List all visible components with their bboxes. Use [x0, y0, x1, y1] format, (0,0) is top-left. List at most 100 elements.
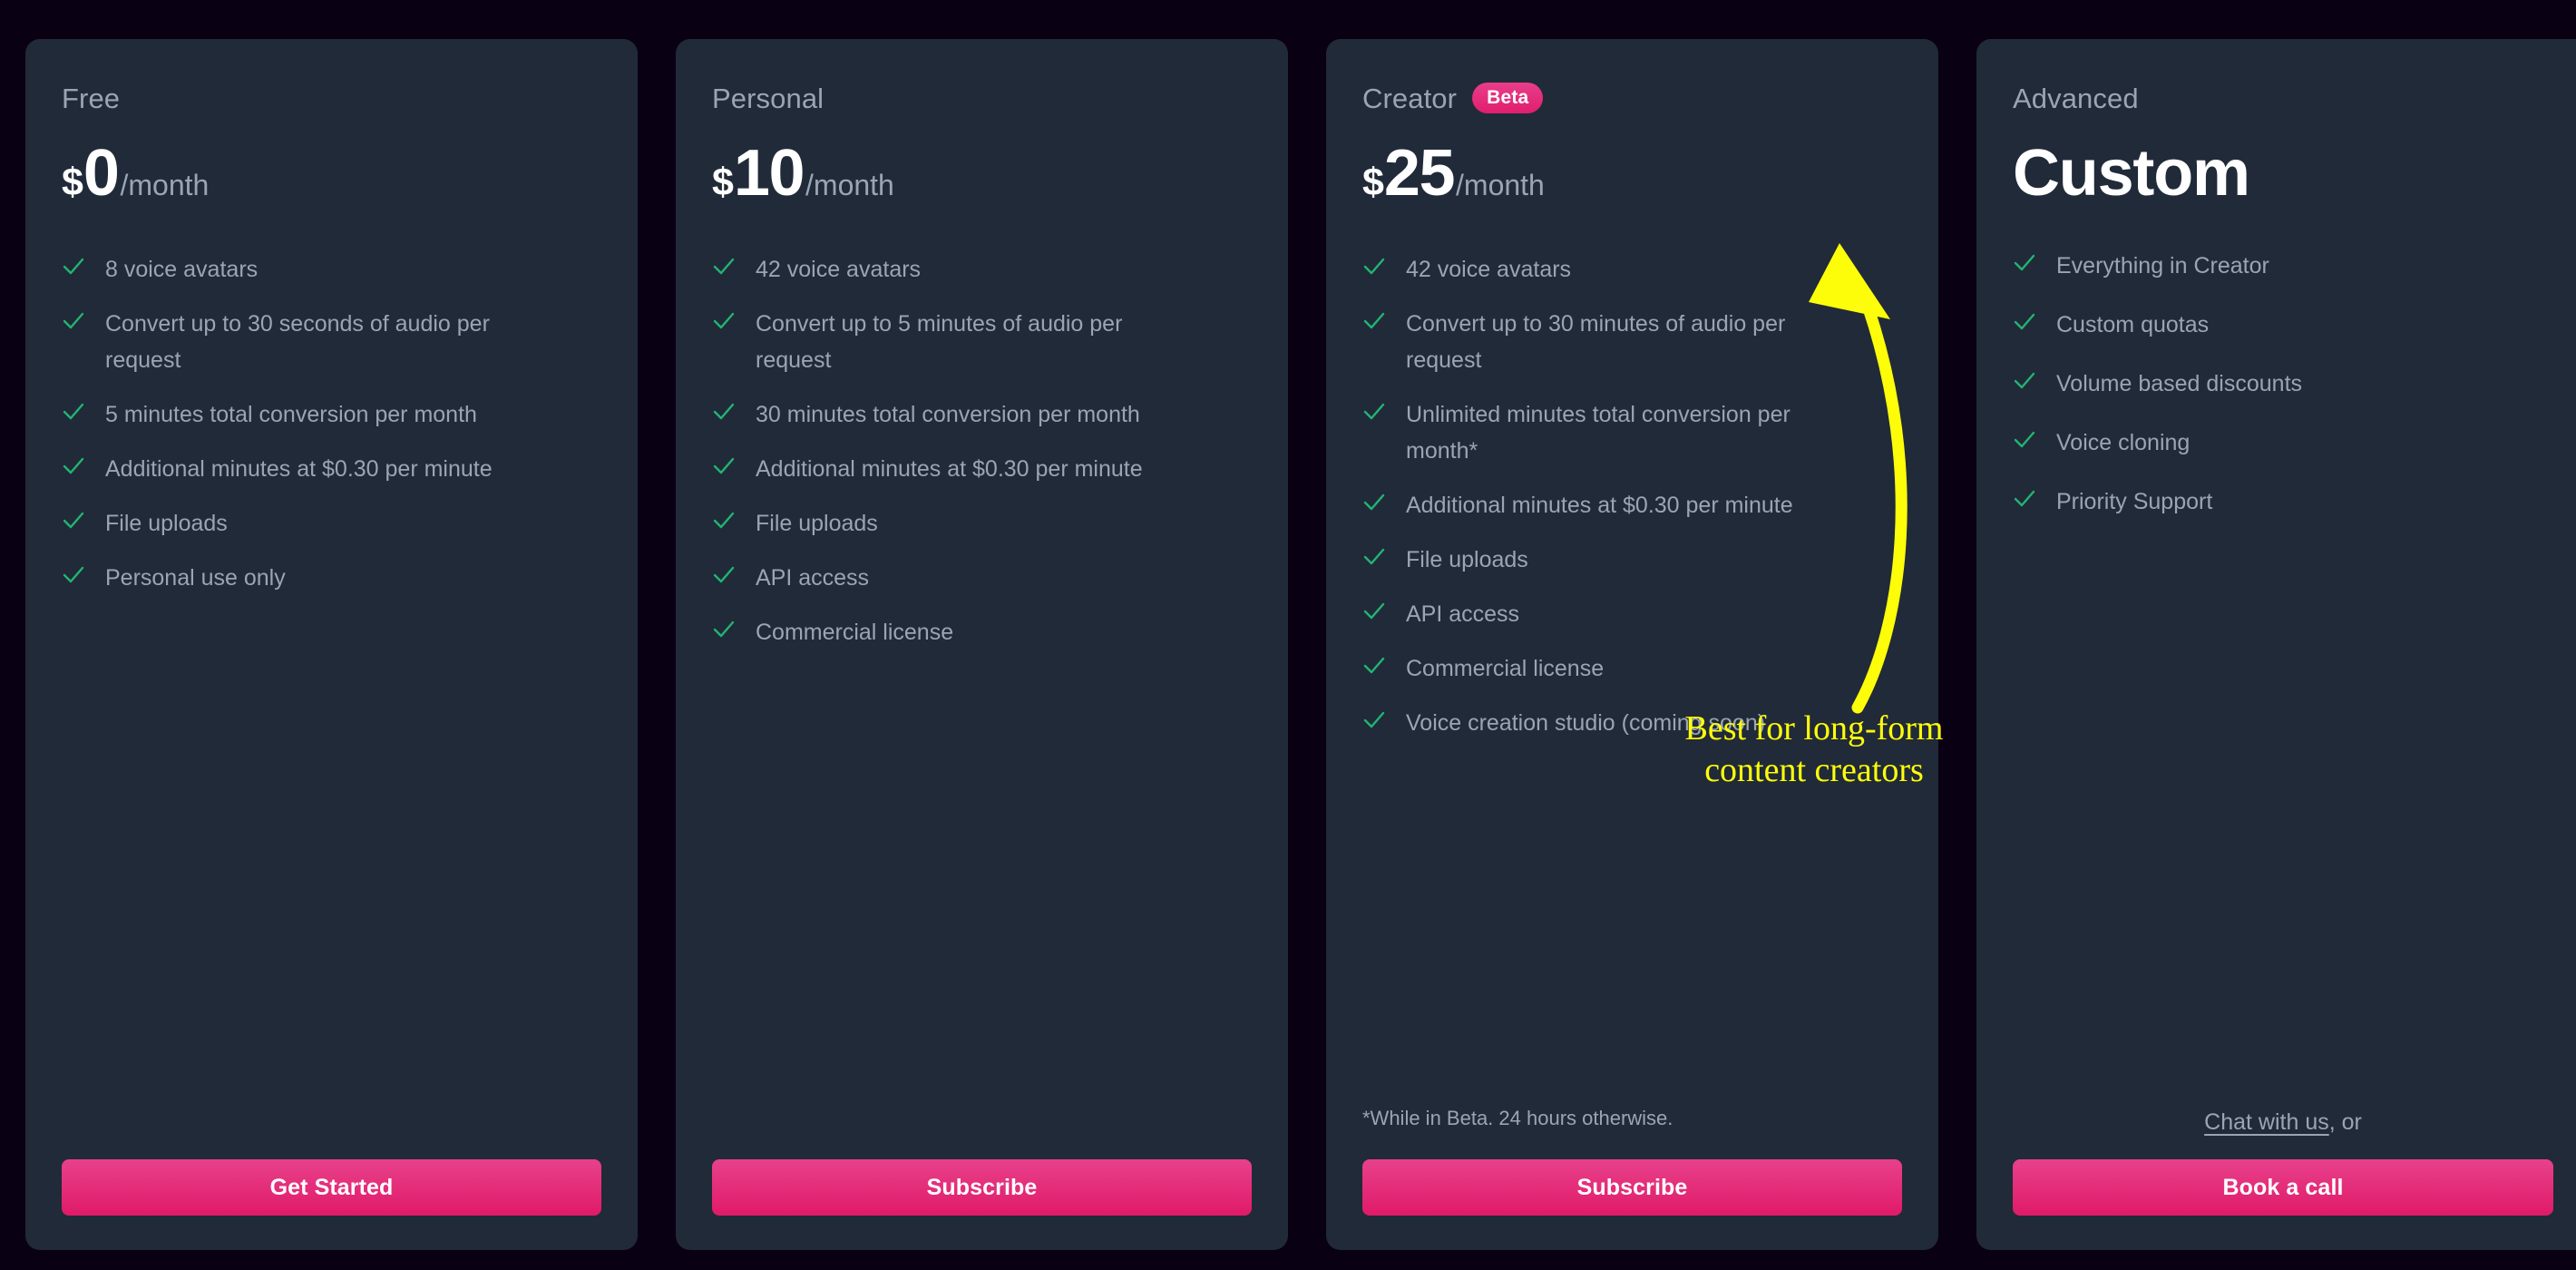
list-item: 42 voice avatars	[712, 251, 1252, 288]
price-period: /month	[1456, 169, 1545, 201]
pricing-card-grid: Free $ 0 /month 8 voice avatars Convert …	[25, 39, 2576, 1250]
feature-list-creator: 42 voice avatars Convert up to 30 minute…	[1362, 251, 1902, 759]
check-icon	[1363, 711, 1385, 728]
feature-text: 42 voice avatars	[1406, 257, 1572, 282]
check-icon	[2014, 431, 2035, 448]
feature-text: Convert up to 5 minutes of audio per req…	[756, 311, 1123, 373]
feature-text: File uploads	[756, 511, 878, 536]
feature-text: Additional minutes at $0.30 per minute	[1406, 493, 1793, 518]
check-icon	[713, 620, 735, 638]
list-item: Convert up to 5 minutes of audio per req…	[712, 306, 1252, 378]
contact-suffix: , or	[2328, 1109, 2362, 1135]
list-item: File uploads	[712, 505, 1252, 542]
list-item: 8 voice avatars	[62, 251, 601, 288]
list-item: 42 voice avatars	[1362, 251, 1902, 288]
price-amount: 10	[733, 137, 805, 210]
list-item: Additional minutes at $0.30 per minute	[62, 451, 601, 487]
check-icon	[1363, 602, 1385, 620]
price-custom: Custom	[2013, 137, 2250, 210]
feature-text: Additional minutes at $0.30 per minute	[756, 456, 1143, 482]
chat-with-us-link[interactable]: Chat with us	[2204, 1109, 2329, 1135]
subscribe-button-personal[interactable]: Subscribe	[712, 1159, 1252, 1216]
list-item: Convert up to 30 seconds of audio per re…	[62, 306, 601, 378]
plan-header-personal: Personal	[712, 79, 1252, 117]
price-period: /month	[120, 169, 210, 201]
check-icon	[2014, 372, 2035, 389]
list-item: Commercial license	[712, 614, 1252, 650]
check-icon	[63, 457, 84, 474]
list-item: File uploads	[62, 505, 601, 542]
check-icon	[713, 566, 735, 583]
price-currency: $	[62, 161, 83, 204]
plan-header-free: Free	[62, 79, 601, 117]
check-icon	[1363, 657, 1385, 674]
list-item: Volume based discounts	[2013, 366, 2553, 402]
pricing-card-personal: Personal $ 10 /month 42 voice avatars Co…	[676, 39, 1288, 1250]
check-icon	[63, 403, 84, 420]
list-item: Personal use only	[62, 560, 601, 596]
check-icon	[63, 312, 84, 329]
feature-list-advanced: Everything in Creator Custom quotas Volu…	[2013, 248, 2553, 542]
check-icon	[1363, 403, 1385, 420]
feature-text: Convert up to 30 minutes of audio per re…	[1406, 311, 1786, 373]
beta-footnote: *While in Beta. 24 hours otherwise.	[1362, 1107, 1673, 1130]
price-period: /month	[805, 169, 894, 201]
plan-header-creator: Creator Beta	[1362, 79, 1902, 117]
list-item: Convert up to 30 minutes of audio per re…	[1362, 306, 1902, 378]
feature-text: 5 minutes total conversion per month	[105, 402, 477, 427]
check-icon	[63, 258, 84, 275]
feature-text: API access	[756, 565, 870, 591]
check-icon	[63, 512, 84, 529]
check-icon	[713, 312, 735, 329]
list-item: Unlimited minutes total conversion per m…	[1362, 396, 1902, 469]
check-icon	[713, 512, 735, 529]
plan-name: Personal	[712, 82, 825, 114]
plan-name: Advanced	[2013, 82, 2139, 114]
check-icon	[1363, 493, 1385, 511]
list-item: Commercial license	[1362, 650, 1902, 687]
check-icon	[2014, 313, 2035, 330]
annotation-line-1: Best for long-form	[1684, 709, 1944, 747]
subscribe-button-creator[interactable]: Subscribe	[1362, 1159, 1902, 1216]
feature-text: Custom quotas	[2056, 312, 2210, 337]
check-icon	[713, 258, 735, 275]
list-item: API access	[712, 560, 1252, 596]
list-item: API access	[1362, 596, 1902, 632]
feature-list-personal: 42 voice avatars Convert up to 5 minutes…	[712, 251, 1252, 669]
plan-price-creator: $ 25 /month	[1362, 141, 1902, 208]
check-icon	[1363, 312, 1385, 329]
check-icon	[2014, 254, 2035, 271]
feature-text: Priority Support	[2056, 489, 2213, 514]
plan-price-personal: $ 10 /month	[712, 141, 1252, 208]
plan-price-free: $ 0 /month	[62, 141, 601, 208]
feature-text: Personal use only	[105, 565, 286, 591]
price-amount: 0	[83, 137, 120, 210]
plan-name: Creator	[1362, 82, 1458, 114]
annotation-text: Best for long-form content creators	[1624, 708, 2005, 792]
list-item: Additional minutes at $0.30 per minute	[712, 451, 1252, 487]
list-item: File uploads	[1362, 542, 1902, 578]
plan-price-advanced: Custom	[2013, 141, 2553, 208]
list-item: Voice cloning	[2013, 425, 2553, 461]
plan-name: Free	[62, 82, 121, 114]
list-item: Additional minutes at $0.30 per minute	[1362, 487, 1902, 523]
feature-text: File uploads	[1406, 547, 1528, 572]
feature-text: API access	[1406, 601, 1520, 627]
feature-text: Commercial license	[1406, 656, 1605, 681]
feature-text: 8 voice avatars	[105, 257, 259, 282]
get-started-button[interactable]: Get Started	[62, 1159, 601, 1216]
pricing-page: Free $ 0 /month 8 voice avatars Convert …	[0, 0, 2576, 1270]
check-icon	[1363, 548, 1385, 565]
pricing-card-advanced: Advanced Custom Everything in Creator Cu…	[1976, 39, 2576, 1250]
feature-text: Volume based discounts	[2056, 371, 2303, 396]
feature-list-free: 8 voice avatars Convert up to 30 seconds…	[62, 251, 601, 614]
annotation-line-2: content creators	[1704, 751, 1924, 790]
book-a-call-button[interactable]: Book a call	[2013, 1159, 2553, 1216]
feature-text: Convert up to 30 seconds of audio per re…	[105, 311, 490, 373]
feature-text: Unlimited minutes total conversion per m…	[1406, 402, 1791, 464]
list-item: Everything in Creator	[2013, 248, 2553, 284]
pricing-card-creator: Creator Beta $ 25 /month 42 voice avatar…	[1326, 39, 1938, 1250]
